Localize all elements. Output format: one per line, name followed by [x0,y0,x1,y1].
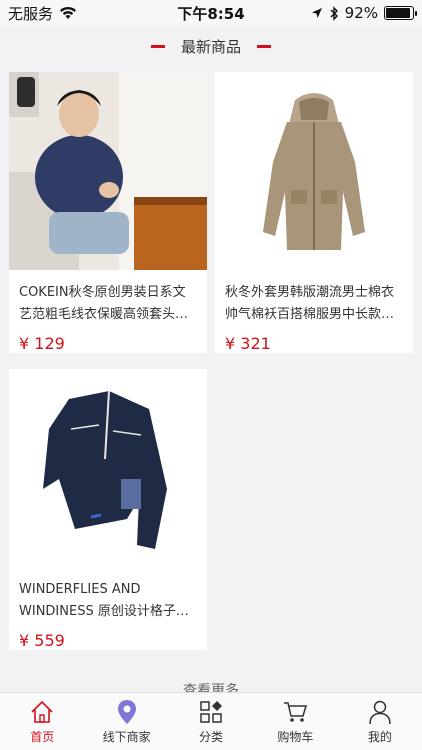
tab-offline-merchants[interactable]: 线下商家 [84,693,168,750]
tab-cart[interactable]: 购物车 [253,693,337,750]
tab-category[interactable]: 分类 [169,693,253,750]
product-title: WINDERFLIES AND WINDINESS 原创设计格子… [19,582,189,619]
product-card[interactable]: COKEIN秋冬原创男装日系文艺范粗毛线衣保暖高领套头… ¥ 129 [9,72,207,353]
jacket-photo [215,72,413,270]
product-price: ¥ 559 [19,631,65,650]
status-left: 无服务 [8,3,77,24]
cart-icon [284,702,308,722]
status-right: 92% [311,4,417,22]
product-title: 秋冬外套男韩版潮流男士棉衣帅气棉袄百搭棉服男中长款… [225,285,395,322]
product-image-denim-jacket[interactable] [9,369,207,567]
section-header: 最新商品 [0,26,422,66]
section-title: 最新商品 [180,37,241,56]
carrier-text: 无服务 [8,4,54,23]
product-card[interactable]: 秋冬外套男韩版潮流男士棉衣帅气棉袄百搭棉服男中长款… ¥ 321 [215,72,413,353]
tab-label: 首页 [30,730,55,744]
product-title: COKEIN秋冬原创男装日系文艺范粗毛线衣保暖高领套头… [19,285,189,322]
product-image-sweater[interactable] [9,72,207,270]
category-grid-icon [200,701,223,723]
product-price: ¥ 129 [19,334,65,353]
battery-fill [386,8,410,18]
tab-label: 分类 [199,730,224,744]
tab-label: 线下商家 [102,730,151,744]
header-dash-right [257,44,271,48]
location-pin-icon [117,700,136,724]
header-dash-left [150,44,165,48]
tab-home[interactable]: 首页 [0,693,84,750]
status-bar: 无服务 下午8:54 92% [0,0,422,26]
location-arrow-icon [311,8,322,18]
product-image-jacket[interactable] [215,72,413,270]
product-card[interactable]: WINDERFLIES AND WINDINESS 原创设计格子… ¥ 559 [9,369,207,650]
bluetooth-icon [330,5,338,21]
wifi-icon [60,6,77,19]
user-icon [369,700,391,725]
product-price: ¥ 321 [225,334,271,353]
battery-percent: 92% [344,4,378,22]
home-icon [31,700,53,723]
battery-icon [384,6,417,20]
denim-jacket-photo [9,369,207,567]
sweater-photo [9,72,207,270]
tab-label: 购物车 [277,730,314,744]
tab-bar: 首页 线下商家 分类 购物车 我的 [0,692,422,750]
tab-mine[interactable]: 我的 [338,693,422,750]
tab-label: 我的 [367,730,392,744]
